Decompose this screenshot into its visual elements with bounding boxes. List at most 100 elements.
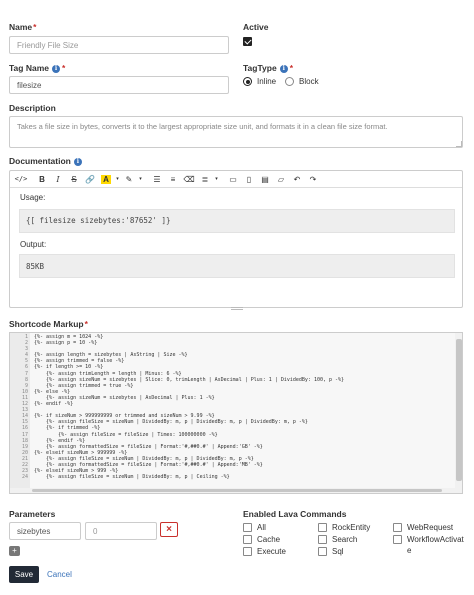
- lava-webrequest-checkbox[interactable]: WebRequest: [393, 523, 453, 532]
- checkbox-icon: [318, 535, 327, 544]
- description-text: Takes a file size in bytes, converts it …: [17, 122, 388, 131]
- lava-label: Sql: [332, 547, 344, 556]
- italic-icon[interactable]: I: [50, 172, 66, 186]
- code-view-icon[interactable]: </>: [13, 172, 29, 186]
- plus-icon: +: [12, 546, 17, 555]
- paste-icon[interactable]: ▤: [257, 172, 273, 186]
- radio-selected-icon: [243, 77, 252, 86]
- shortcode-label-text: Shortcode Markup: [9, 319, 84, 329]
- required-marker: *: [62, 63, 66, 73]
- tag-name-label-text: Tag Name: [9, 63, 49, 73]
- info-icon[interactable]: i: [52, 64, 60, 73]
- active-checkbox[interactable]: [243, 37, 252, 48]
- required-marker: *: [289, 63, 294, 73]
- shortcode-label: Shortcode Markup*: [9, 319, 88, 329]
- align-icon[interactable]: ≣: [197, 172, 213, 186]
- name-input[interactable]: Friendly File Size: [9, 36, 229, 54]
- horizontal-scrollbar[interactable]: [9, 488, 463, 494]
- lava-label: All: [257, 523, 266, 532]
- description-textarea[interactable]: Takes a file size in bytes, converts it …: [9, 116, 463, 148]
- lava-label: WorkflowActivat: [407, 535, 464, 544]
- link-icon[interactable]: 🔗: [82, 172, 98, 186]
- usage-code-block: {[ filesize sizebytes:'87652' ]}: [19, 209, 455, 233]
- parameters-label: Parameters: [9, 509, 56, 519]
- tagtype-radio-block[interactable]: Block: [285, 77, 319, 86]
- line-number: 24: [21, 474, 28, 481]
- code-line: {%- assign fileSize = sizeNum | DividedB…: [34, 474, 230, 481]
- lava-label: Execute: [257, 547, 286, 556]
- parameter-key-value: sizebytes: [17, 526, 51, 536]
- line-number-gutter: 1 2 3 4 5 6 7 8 9 10 11 12 13 14 15 16 17 18 19 20 21 22 23 24: [10, 333, 30, 493]
- tag-name-value: filesize: [17, 80, 42, 90]
- radio-unselected-icon: [285, 77, 294, 86]
- tagtype-radio-inline[interactable]: Inline: [243, 77, 276, 86]
- vertical-scrollbar[interactable]: [455, 333, 462, 493]
- file-icon[interactable]: ▯: [241, 172, 257, 186]
- checkbox-icon: [243, 547, 252, 556]
- documentation-label-text: Documentation: [9, 156, 71, 166]
- bold-icon[interactable]: B: [34, 172, 50, 186]
- checkbox-icon: [243, 535, 252, 544]
- lava-cache-checkbox[interactable]: Cache: [243, 535, 280, 544]
- checkbox-icon: [318, 547, 327, 556]
- documentation-editor[interactable]: </> B I S 🔗 A ▾ ✎ ▾ ☰ ≡ ⌫ ≣ ▾ ▭ ▯ ▤ ▱ ↶ …: [9, 170, 463, 308]
- remove-parameter-button[interactable]: ×: [160, 522, 178, 537]
- parameter-key-input[interactable]: sizebytes: [9, 522, 81, 540]
- cancel-link[interactable]: Cancel: [47, 570, 72, 579]
- info-icon[interactable]: i: [279, 64, 288, 73]
- ordered-list-icon[interactable]: ≡: [165, 172, 181, 186]
- output-code-text: 85KB: [26, 262, 45, 271]
- add-parameter-button[interactable]: +: [9, 546, 20, 556]
- usage-label: Usage:: [20, 193, 46, 202]
- chevron-down-icon[interactable]: ▾: [114, 172, 121, 186]
- undo-icon[interactable]: ↶: [289, 172, 305, 186]
- font-color-icon[interactable]: A: [98, 172, 114, 186]
- checkbox-icon: [393, 535, 402, 544]
- tag-name-input[interactable]: filesize: [9, 76, 229, 94]
- name-label: Name*: [9, 22, 36, 32]
- chevron-down-icon[interactable]: ▾: [213, 172, 220, 186]
- info-icon[interactable]: i: [73, 157, 82, 166]
- chevron-down-icon[interactable]: ▾: [137, 172, 144, 186]
- check-icon: [243, 37, 252, 46]
- output-code-block: 85KB: [19, 254, 455, 278]
- lava-execute-checkbox[interactable]: Execute: [243, 547, 286, 556]
- tagtype-label-text: TagType: [243, 63, 277, 73]
- documentation-label: Documentation i: [9, 156, 82, 166]
- lava-search-checkbox[interactable]: Search: [318, 535, 357, 544]
- editor-toolbar: </> B I S 🔗 A ▾ ✎ ▾ ☰ ≡ ⌫ ≣ ▾ ▭ ▯ ▤ ▱ ↶ …: [10, 171, 462, 188]
- drag-handle-icon[interactable]: [231, 307, 243, 310]
- scrollbar-thumb[interactable]: [456, 339, 462, 481]
- close-icon: ×: [166, 524, 172, 535]
- usage-code-text: {[ filesize sizebytes:'87652' ]}: [26, 216, 171, 225]
- lava-commands-label: Enabled Lava Commands: [243, 509, 347, 519]
- lava-icon[interactable]: ▱: [273, 172, 289, 186]
- parameter-value-input[interactable]: 0: [85, 522, 157, 540]
- lava-rockentity-checkbox[interactable]: RockEntity: [318, 523, 370, 532]
- lava-label: Search: [332, 535, 358, 544]
- strikethrough-icon[interactable]: S: [66, 172, 82, 186]
- scrollbar-thumb[interactable]: [32, 489, 442, 492]
- lava-sql-checkbox[interactable]: Sql: [318, 547, 344, 556]
- output-label: Output:: [20, 240, 47, 249]
- style-icon[interactable]: ✎: [121, 172, 137, 186]
- lava-label: WebRequest: [407, 523, 454, 532]
- eraser-icon[interactable]: ⌫: [181, 172, 197, 186]
- description-label: Description: [9, 103, 56, 113]
- image-icon[interactable]: ▭: [225, 172, 241, 186]
- lava-all-checkbox[interactable]: All: [243, 523, 266, 532]
- name-placeholder: Friendly File Size: [17, 40, 79, 50]
- lava-label-wrap: e: [407, 546, 412, 555]
- checkbox-icon: [243, 523, 252, 532]
- tagtype-label: TagType i *: [243, 63, 293, 73]
- active-label: Active: [243, 22, 269, 32]
- lava-workflowactivate-checkbox[interactable]: WorkflowActivat: [393, 535, 464, 544]
- resize-handle-icon[interactable]: [456, 141, 462, 147]
- checkbox-icon: [318, 523, 327, 532]
- unordered-list-icon[interactable]: ☰: [149, 172, 165, 186]
- shortcode-editor[interactable]: 1 2 3 4 5 6 7 8 9 10 11 12 13 14 15 16 17 18 19 20 21 22 23 24 …: [9, 332, 463, 494]
- name-label-text: Name: [9, 22, 33, 32]
- redo-icon[interactable]: ↷: [305, 172, 321, 186]
- tag-name-label: Tag Name i *: [9, 63, 65, 73]
- save-button[interactable]: Save: [9, 566, 39, 583]
